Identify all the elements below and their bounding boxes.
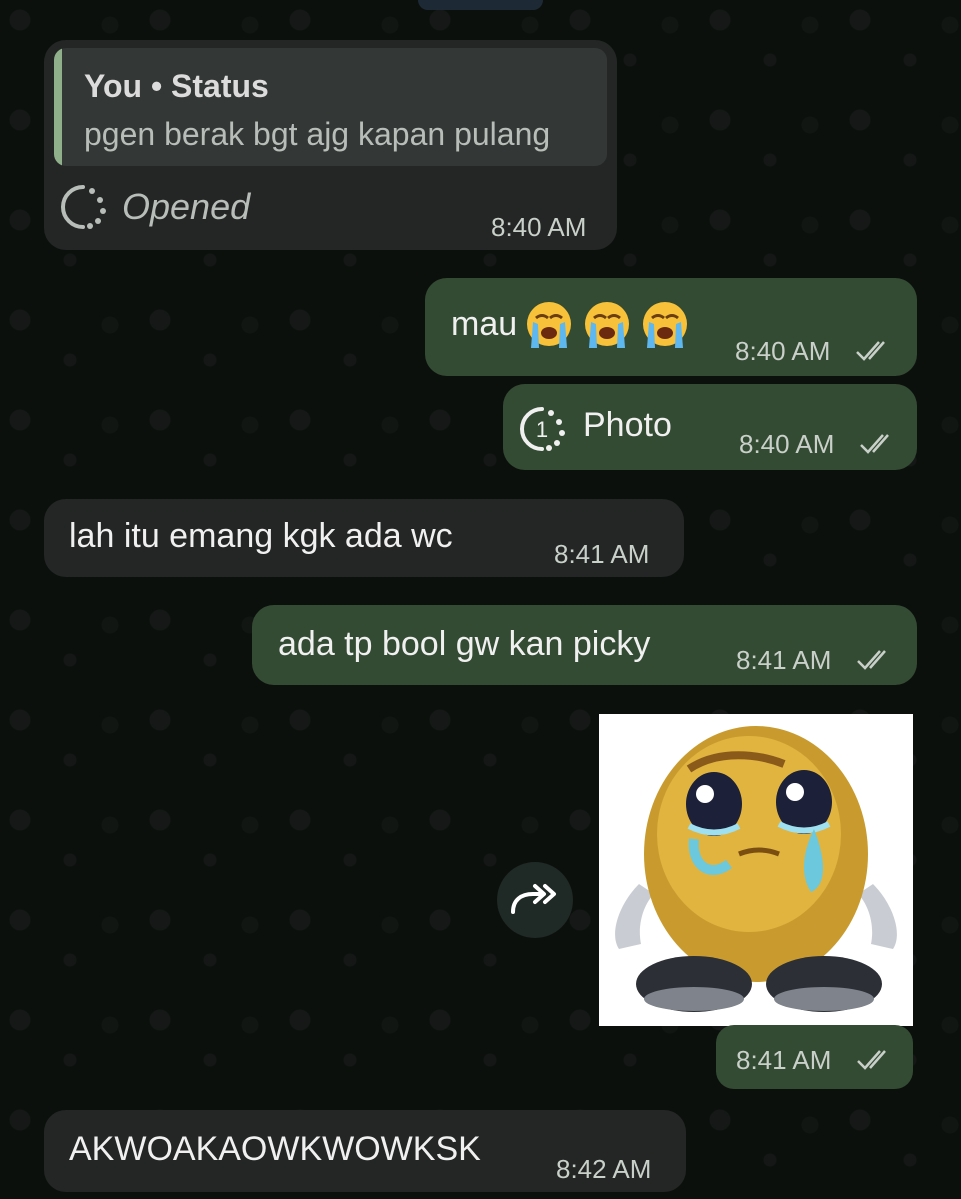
loudly-crying-face-emoji bbox=[527, 302, 572, 348]
opened-label: Opened bbox=[122, 186, 251, 227]
message-text: lah itu emang kgk ada wc bbox=[69, 517, 453, 555]
loudly-crying-face-emoji bbox=[585, 302, 630, 348]
message-time: 8:40 AM bbox=[735, 336, 831, 366]
quote-text: pgen berak bgt ajg kapan pulang bbox=[84, 116, 551, 152]
quoted-status[interactable]: You • Status pgen berak bgt ajg kapan pu… bbox=[54, 48, 607, 166]
double-check-icon bbox=[860, 434, 889, 454]
message-time: 8:41 AM bbox=[554, 539, 650, 569]
double-check-icon bbox=[857, 650, 886, 670]
message-text-row: mau bbox=[451, 300, 691, 352]
view-once-icon: 1 bbox=[520, 407, 565, 451]
message-status-reply[interactable]: You • Status pgen berak bgt ajg kapan pu… bbox=[44, 40, 617, 250]
message-time: 8:40 AM bbox=[739, 429, 835, 459]
chat-area[interactable]: You • Status pgen berak bgt ajg kapan pu… bbox=[0, 0, 961, 1199]
message-time: 8:40 AM bbox=[491, 212, 587, 242]
scroll-indicator bbox=[418, 0, 543, 10]
quote-header: You • Status bbox=[84, 68, 269, 105]
message-outgoing[interactable]: ada tp bool gw kan picky 8:41 AM bbox=[252, 605, 917, 685]
message-text: AKWOAKAOWKWOWKSK bbox=[69, 1130, 481, 1168]
forward-icon bbox=[511, 884, 556, 914]
double-check-icon bbox=[856, 341, 885, 361]
message-time: 8:41 AM bbox=[736, 1045, 832, 1075]
quote-source: Status bbox=[171, 68, 269, 104]
sticker-image bbox=[599, 714, 913, 1026]
quote-sender: You bbox=[84, 68, 143, 104]
quote-separator: • bbox=[150, 68, 163, 104]
message-incoming[interactable]: AKWOAKAOWKWOWKSK 8:42 AM bbox=[44, 1110, 686, 1192]
message-text: ada tp bool gw kan picky bbox=[278, 625, 651, 663]
loudly-crying-face-emoji bbox=[643, 302, 688, 348]
message-view-once-photo[interactable]: 1 Photo 8:40 AM bbox=[503, 384, 917, 470]
message-outgoing[interactable]: mau 8:40 AM bbox=[425, 278, 917, 376]
message-time: 8:41 AM bbox=[736, 645, 832, 675]
quote-accent-bar bbox=[54, 48, 62, 166]
view-once-opened-icon bbox=[61, 185, 106, 229]
message-text: mau bbox=[451, 304, 518, 343]
message-text: Photo bbox=[583, 406, 672, 444]
sticker-time-badge: 8:41 AM bbox=[716, 1025, 913, 1089]
forward-button[interactable] bbox=[497, 862, 573, 938]
message-incoming[interactable]: lah itu emang kgk ada wc 8:41 AM bbox=[44, 499, 684, 577]
view-once-count: 1 bbox=[536, 417, 548, 442]
message-time: 8:42 AM bbox=[556, 1154, 652, 1184]
crying-emoji-sticker[interactable] bbox=[599, 714, 913, 1026]
double-check-icon bbox=[857, 1050, 886, 1070]
